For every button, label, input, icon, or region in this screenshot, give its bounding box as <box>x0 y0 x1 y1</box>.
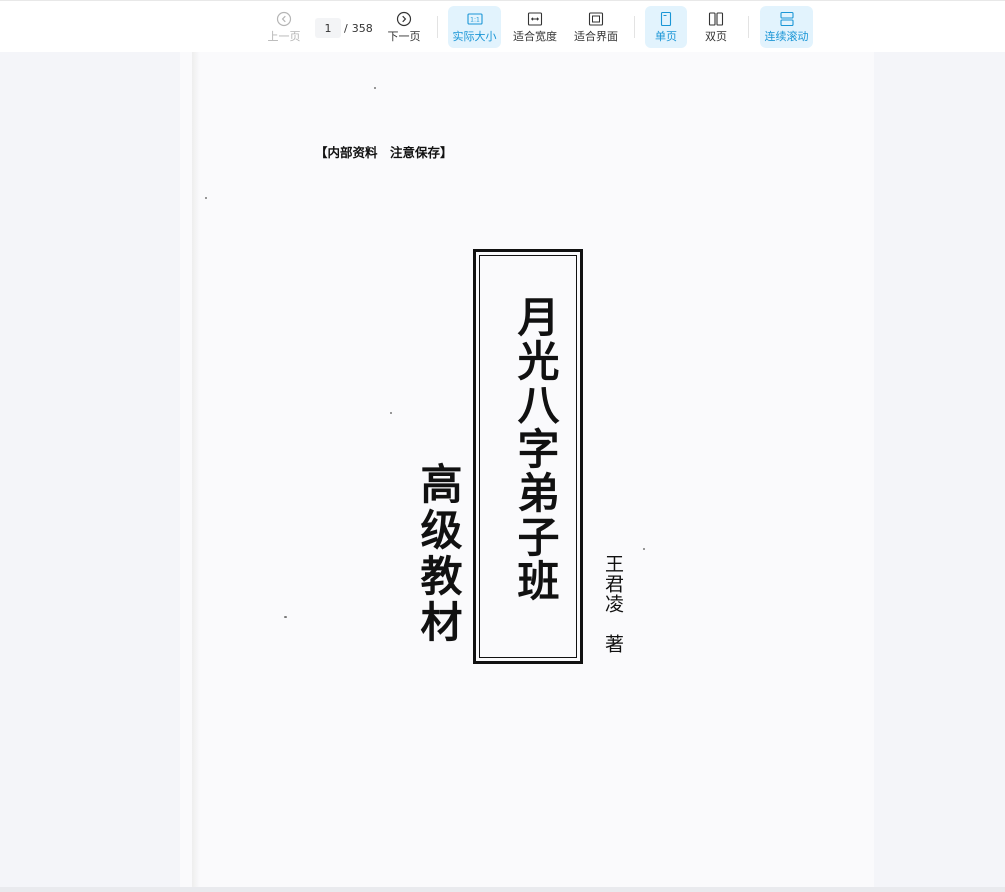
single-page-label: 单页 <box>655 30 677 43</box>
fit-page-button[interactable]: 适合界面 <box>571 6 621 48</box>
document-subtitle: 高级教材 <box>414 462 463 646</box>
continuous-scroll-button[interactable]: 连续滚动 <box>760 6 813 48</box>
next-page-button[interactable]: 下一页 <box>382 6 426 48</box>
scan-speck <box>205 197 207 199</box>
fit-width-button[interactable]: 适合宽度 <box>510 6 560 48</box>
viewer-toolbar: 上一页 / 358 下一页 1:1 实际大小 适合宽度 适合界面 <box>0 0 1005 52</box>
document-author: 王君凌 著 <box>602 554 624 654</box>
chevron-left-circle-icon <box>276 11 292 27</box>
toolbar-divider <box>634 16 635 38</box>
continuous-scroll-icon <box>779 11 794 27</box>
toolbar-divider <box>748 16 749 38</box>
scan-speck <box>390 412 392 414</box>
next-page-label: 下一页 <box>387 30 421 43</box>
bottom-scroll-edge <box>0 887 1005 892</box>
scan-speck <box>284 616 287 618</box>
total-pages: 358 <box>351 21 373 35</box>
single-page-icon <box>660 11 672 27</box>
actual-size-icon: 1:1 <box>466 13 483 25</box>
double-page-button[interactable]: 双页 <box>696 6 736 48</box>
page-indicator: / 358 <box>315 18 377 38</box>
fit-width-label: 适合宽度 <box>513 30 557 43</box>
scan-speck <box>374 87 376 89</box>
scan-edge-shadow <box>192 52 200 888</box>
double-page-label: 双页 <box>705 30 727 43</box>
fit-page-label: 适合界面 <box>574 30 618 43</box>
actual-size-icon-text: 1:1 <box>470 17 480 24</box>
fit-width-icon <box>527 12 543 26</box>
confidential-notice: 【内部资料 注意保存】 <box>315 145 453 160</box>
double-page-icon <box>708 12 724 26</box>
document-page: 【内部资料 注意保存】 月光八字弟子班 高级教材 王君凌 著 <box>180 52 874 888</box>
scan-speck <box>643 548 645 550</box>
toolbar-divider <box>437 16 438 38</box>
page-separator: / <box>344 21 348 35</box>
document-title: 月光八字弟子班 <box>511 295 560 603</box>
fit-page-icon <box>588 12 604 26</box>
page-number-input[interactable] <box>315 18 341 38</box>
actual-size-button[interactable]: 1:1 实际大小 <box>448 6 501 48</box>
single-page-button[interactable]: 单页 <box>645 6 687 48</box>
actual-size-label: 实际大小 <box>452 30 497 43</box>
prev-page-label: 上一页 <box>267 30 301 43</box>
prev-page-button[interactable]: 上一页 <box>262 6 306 48</box>
chevron-right-circle-icon <box>396 11 412 27</box>
continuous-scroll-label: 连续滚动 <box>764 30 809 43</box>
